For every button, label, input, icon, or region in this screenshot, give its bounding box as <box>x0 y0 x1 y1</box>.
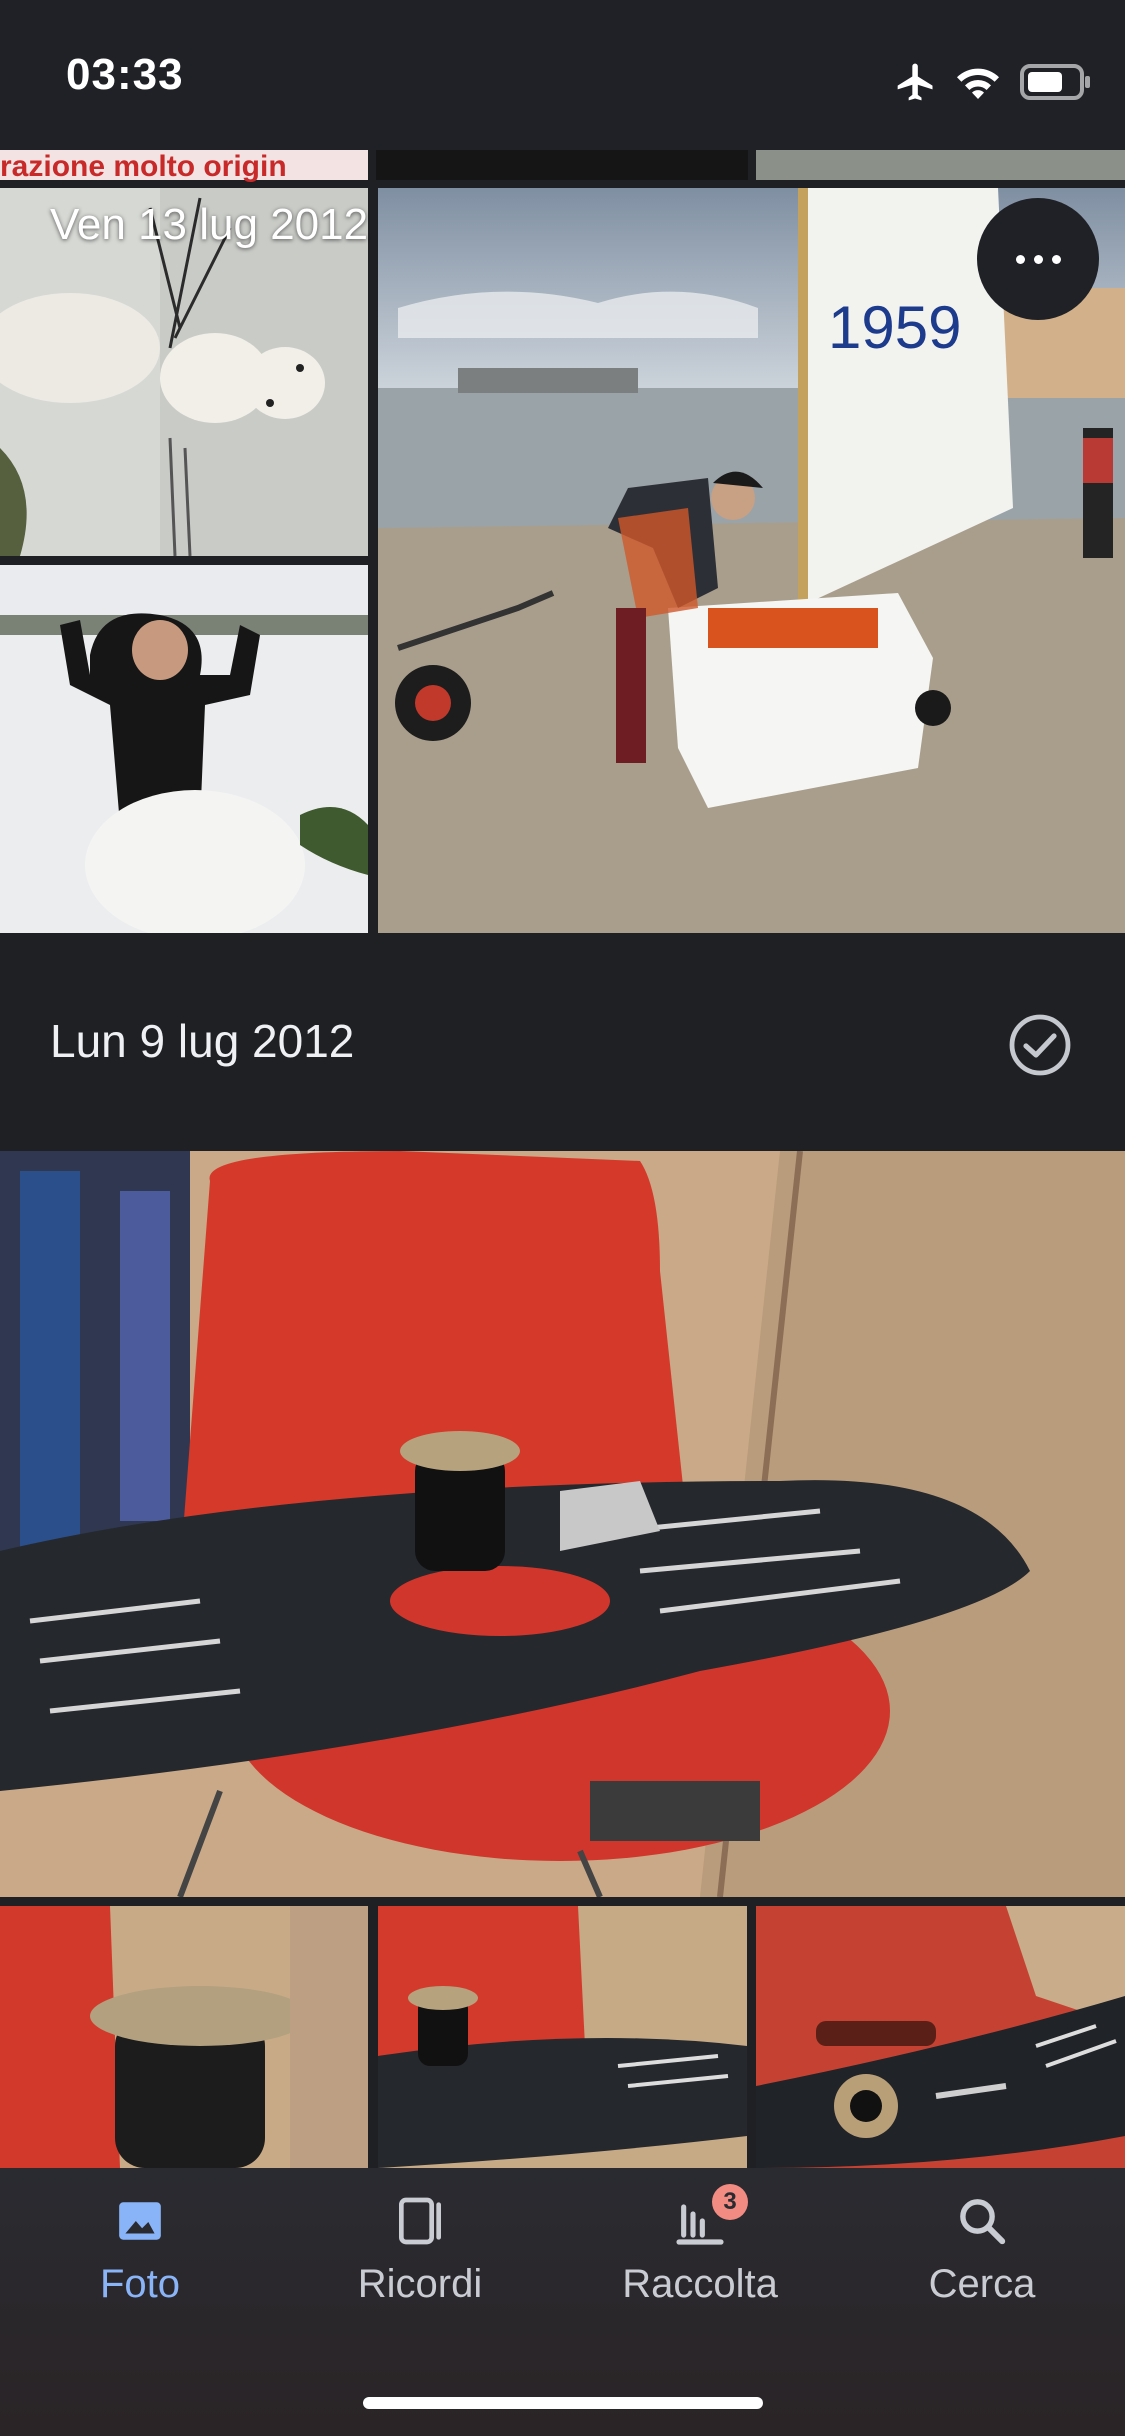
more-options-button[interactable] <box>977 198 1099 320</box>
battery-icon <box>1020 64 1090 100</box>
nav-label-foto: Foto <box>99 2262 181 2306</box>
photo-icon <box>119 2202 161 2240</box>
nav-item-raccolta[interactable]: 3 Raccolta <box>560 2184 840 2307</box>
nav-item-cerca[interactable]: Cerca <box>842 2190 1122 2307</box>
group-date-overlay: Ven 13 lug 2012 <box>50 200 369 249</box>
nav-label-ricordi: Ricordi <box>357 2262 483 2306</box>
airplane-mode-icon <box>897 63 933 101</box>
section-date-header: Lun 9 lug 2012 <box>50 1015 355 1067</box>
notification-badge: 3 <box>712 2184 748 2220</box>
nav-item-foto[interactable]: Foto <box>0 2190 280 2307</box>
photo-thumbnail[interactable] <box>0 1906 368 2168</box>
wifi-icon <box>957 68 999 99</box>
nav-label-cerca: Cerca <box>928 2262 1036 2306</box>
photo-child-in-snow[interactable] <box>0 565 368 933</box>
nav-item-ricordi[interactable]: Ricordi <box>280 2190 560 2307</box>
memories-icon <box>399 2197 441 2245</box>
nav-label-raccolta: Raccolta <box>622 2262 778 2306</box>
check-circle-icon[interactable] <box>1008 1013 1072 1077</box>
photo-thumbnail[interactable] <box>378 1906 747 2168</box>
photo-skate-on-chair[interactable] <box>0 1151 1125 1897</box>
photo-thumbnail[interactable] <box>376 150 748 180</box>
search-icon <box>960 2199 1006 2245</box>
more-horizontal-icon <box>1015 254 1025 264</box>
photo-caption-text: razione molto origin <box>0 150 287 183</box>
home-indicator[interactable] <box>363 2397 763 2409</box>
photo-thumbnail[interactable] <box>756 150 1125 180</box>
photo-thumbnail[interactable] <box>756 1906 1125 2168</box>
status-time: 03:33 <box>66 50 184 99</box>
svg-text:1959: 1959 <box>828 294 961 361</box>
